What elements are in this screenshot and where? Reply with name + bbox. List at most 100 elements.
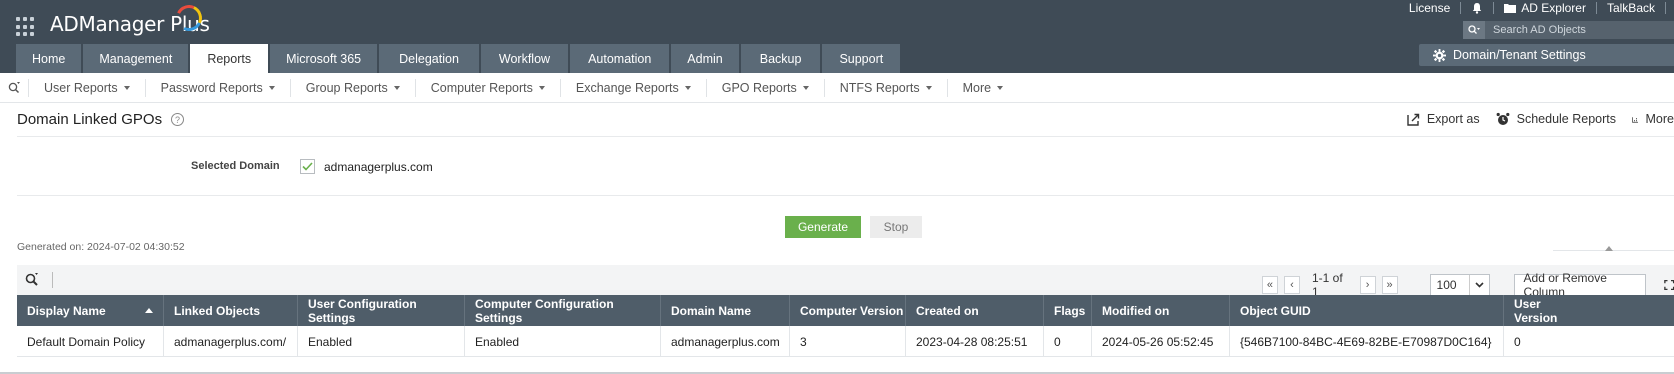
panel-collapse-handle[interactable] [1553,246,1674,256]
domain-selection-row: Selected Domain admanagerplus.com [17,137,1674,196]
tab-support[interactable]: Support [822,44,901,73]
generated-on-text: Generated on: 2024-07-02 04:30:52 [17,241,185,253]
cell-display-name: Default Domain Policy [17,326,164,357]
cell-computer-version: 3 [790,326,906,357]
selected-domain-label: Selected Domain [191,160,280,172]
checkmark-icon [302,162,313,171]
tab-workflow[interactable]: Workflow [480,44,569,73]
domain-settings-label: Domain/Tenant Settings [1453,48,1586,62]
talkback-link[interactable]: TalkBack [1597,0,1665,16]
sort-ascending-icon [145,308,153,313]
tab-reports[interactable]: Reports [190,44,269,73]
subnav-exchange-reports[interactable]: Exchange Reports [559,78,706,97]
subnav-search-icon[interactable] [0,73,28,103]
alarm-clock-icon [1496,112,1510,125]
last-page-icon[interactable]: » [1381,276,1398,294]
help-icon[interactable]: ? [171,113,184,126]
cell-user-config-settings: Enabled [298,326,465,357]
export-as-button[interactable]: Export as [1407,112,1480,126]
schedule-label: Schedule Reports [1516,112,1616,126]
cell-computer-config-settings: Enabled [465,326,661,357]
main-tabs: Home Management Reports Microsoft 365 De… [16,44,902,73]
col-user-version[interactable]: User Version [1504,295,1574,326]
caret-down-icon [123,85,130,90]
domain-tenant-settings-button[interactable]: Domain/Tenant Settings [1419,44,1674,66]
page-size-value: 100 [1436,278,1457,292]
page-title: Domain Linked GPOs [17,111,163,128]
col-computer-config-settings[interactable]: Computer Configuration Settings [465,295,661,326]
tab-home[interactable]: Home [16,44,82,73]
col-object-guid[interactable]: Object GUID [1230,295,1504,326]
subnav-computer-reports[interactable]: Computer Reports [414,78,560,97]
col-user-config-settings[interactable]: User Configuration Settings [298,295,465,326]
first-page-icon[interactable]: « [1262,276,1278,294]
cell-flags: 0 [1044,326,1092,357]
cell-user-version: 0 [1514,334,1521,349]
col-domain-name[interactable]: Domain Name [661,295,790,326]
tab-backup[interactable]: Backup [740,44,821,73]
tab-management[interactable]: Management [83,44,189,73]
subnav-label: User Reports [44,80,118,95]
caret-down-icon [802,85,809,90]
more-actions-label: More [1645,112,1674,126]
tab-automation[interactable]: Automation [570,44,670,73]
bell-icon [1473,3,1482,14]
subnav-password-reports[interactable]: Password Reports [144,78,290,97]
cell-modified-on: 2024-05-26 05:52:45 [1092,326,1230,357]
subnav-label: Password Reports [160,80,263,95]
top-links: License AD Explorer TalkBack [1399,0,1674,16]
table-toolbar: « ‹ 1-1 of 1 › » 100 Add or Remove Colum… [17,265,1674,299]
col-linked-objects[interactable]: Linked Objects [164,295,298,326]
export-icon [1407,113,1420,126]
more-actions-icon [1632,116,1639,123]
col-modified-on[interactable]: Modified on [1092,295,1230,326]
col-created-on[interactable]: Created on [906,295,1044,326]
search-filter-icon[interactable] [1463,21,1485,39]
export-label: Export as [1426,112,1480,126]
page-size-select[interactable]: 100 [1429,274,1490,296]
title-row: Domain Linked GPOs ? Export as Schedule … [17,103,1674,137]
tab-microsoft-365[interactable]: Microsoft 365 [270,44,378,73]
caret-down-icon [997,85,1004,90]
caret-down-icon [268,85,275,90]
subnav-group-reports[interactable]: Group Reports [289,78,415,97]
stop-button[interactable]: Stop [870,216,922,238]
license-link[interactable]: License [1399,0,1460,16]
tab-admin[interactable]: Admin [671,44,739,73]
cell-linked-objects: admanagerplus.com/ [164,326,298,357]
report-table: Display Name Linked Objects User Configu… [17,295,1674,357]
table-search-icon[interactable] [25,273,39,290]
ad-search-input[interactable] [1485,24,1665,36]
col-flags[interactable]: Flags [1044,295,1092,326]
tab-delegation[interactable]: Delegation [379,44,479,73]
schedule-reports-button[interactable]: Schedule Reports [1496,112,1616,126]
more-top-link[interactable] [1666,0,1674,16]
add-remove-column-button[interactable]: Add or Remove Column [1513,271,1646,299]
table-header: Display Name Linked Objects User Configu… [17,295,1674,326]
subnav-label: More [962,80,992,95]
cell-object-guid: {546B7100-84BC-4E69-82BE-E70987D0C164} [1230,326,1504,357]
expand-icon[interactable] [1663,279,1674,291]
app-grid-icon[interactable] [16,17,36,37]
subnav-gpo-reports[interactable]: GPO Reports [705,78,824,97]
subnav-label: Group Reports [305,80,388,95]
more-actions-button[interactable]: More [1632,112,1674,126]
ad-search-box [1463,21,1674,39]
subnav-more[interactable]: More [946,78,1018,97]
cell-domain-name: admanagerplus.com [661,326,790,357]
prev-page-icon[interactable]: ‹ [1283,276,1300,294]
next-page-icon[interactable]: › [1359,276,1376,294]
subnav-ntfs-reports[interactable]: NTFS Reports [823,78,947,97]
ad-explorer-link[interactable]: AD Explorer [1494,0,1596,16]
notifications-button[interactable] [1461,0,1493,16]
ad-explorer-label: AD Explorer [1521,1,1586,15]
domain-checkbox[interactable] [300,159,315,174]
top-header: ADManager Plus License AD Explorer TalkB… [0,0,1674,73]
col-computer-version[interactable]: Computer Version [790,295,906,326]
subnav-user-reports[interactable]: User Reports [28,78,145,97]
table-row[interactable]: Default Domain Policy admanagerplus.com/… [17,326,1674,357]
col-display-name[interactable]: Display Name [17,295,164,326]
subnav-label: Computer Reports [430,80,533,95]
generate-button[interactable]: Generate [785,216,861,238]
caret-down-icon [393,85,400,90]
